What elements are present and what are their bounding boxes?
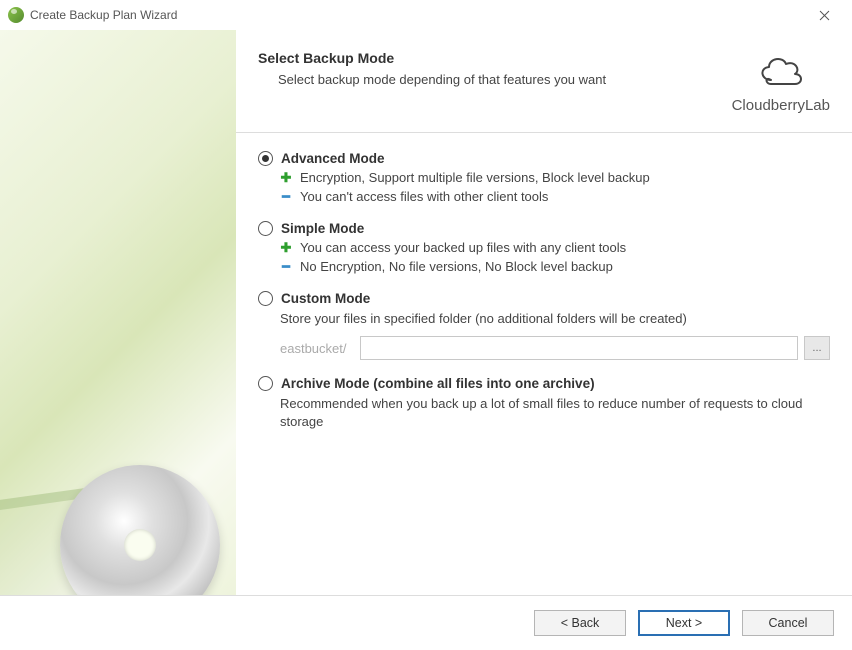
close-button[interactable] bbox=[804, 1, 844, 29]
mode-simple-con-text: No Encryption, No file versions, No Bloc… bbox=[300, 259, 613, 274]
app-icon bbox=[8, 7, 24, 23]
next-button[interactable]: Next > bbox=[638, 610, 730, 636]
plus-icon: ✚ bbox=[280, 170, 292, 186]
back-button[interactable]: < Back bbox=[534, 610, 626, 636]
mode-advanced: Advanced Mode ✚ Encryption, Support multi… bbox=[258, 151, 830, 205]
cloud-logo-icon bbox=[753, 50, 809, 90]
mode-simple-pro: ✚ You can access your backed up files wit… bbox=[280, 240, 830, 256]
mode-archive-label: Archive Mode (combine all files into one… bbox=[281, 376, 595, 391]
radio-archive[interactable] bbox=[258, 376, 273, 391]
brand-block: CloudberryLab bbox=[732, 50, 830, 114]
wizard-body: Select Backup Mode Select backup mode de… bbox=[0, 30, 852, 595]
mode-simple-radio-row[interactable]: Simple Mode bbox=[258, 221, 830, 236]
custom-path-prefix: eastbucket/ bbox=[280, 341, 354, 356]
radio-advanced[interactable] bbox=[258, 151, 273, 166]
mode-simple-pro-text: You can access your backed up files with… bbox=[300, 240, 626, 255]
backup-mode-options: Advanced Mode ✚ Encryption, Support multi… bbox=[236, 133, 852, 595]
mode-archive-desc: Recommended when you back up a lot of sm… bbox=[280, 395, 830, 431]
close-icon bbox=[819, 10, 830, 21]
plus-icon: ✚ bbox=[280, 240, 292, 256]
mode-advanced-label: Advanced Mode bbox=[281, 151, 385, 166]
radio-custom[interactable] bbox=[258, 291, 273, 306]
mode-simple: Simple Mode ✚ You can access your backed … bbox=[258, 221, 830, 275]
cancel-button[interactable]: Cancel bbox=[742, 610, 834, 636]
browse-button[interactable]: ... bbox=[804, 336, 830, 360]
mode-advanced-con-text: You can't access files with other client… bbox=[300, 189, 548, 204]
mode-advanced-radio-row[interactable]: Advanced Mode bbox=[258, 151, 830, 166]
custom-path-row: eastbucket/ ... bbox=[280, 336, 830, 360]
mode-advanced-pro: ✚ Encryption, Support multiple file versi… bbox=[280, 170, 830, 186]
mode-archive-radio-row[interactable]: Archive Mode (combine all files into one… bbox=[258, 376, 830, 391]
mode-custom-label: Custom Mode bbox=[281, 291, 370, 306]
titlebar: Create Backup Plan Wizard bbox=[0, 0, 852, 30]
mode-advanced-pro-text: Encryption, Support multiple file versio… bbox=[300, 170, 650, 185]
mode-advanced-con: ━ You can't access files with other clien… bbox=[280, 189, 830, 205]
mode-simple-label: Simple Mode bbox=[281, 221, 364, 236]
minus-icon: ━ bbox=[280, 189, 292, 205]
cd-disc-icon bbox=[60, 465, 220, 595]
mode-archive: Archive Mode (combine all files into one… bbox=[258, 376, 830, 431]
minus-icon: ━ bbox=[280, 259, 292, 275]
side-illustration-panel bbox=[0, 30, 236, 595]
custom-path-input[interactable] bbox=[360, 336, 798, 360]
mode-simple-con: ━ No Encryption, No file versions, No Blo… bbox=[280, 259, 830, 275]
mode-custom-radio-row[interactable]: Custom Mode bbox=[258, 291, 830, 306]
mode-custom: Custom Mode Store your files in specifie… bbox=[258, 291, 830, 360]
page-subtitle: Select backup mode depending of that fea… bbox=[258, 72, 606, 87]
wizard-footer: < Back Next > Cancel bbox=[0, 595, 852, 649]
page-header: Select Backup Mode Select backup mode de… bbox=[236, 30, 852, 133]
window-title: Create Backup Plan Wizard bbox=[30, 8, 177, 22]
radio-simple[interactable] bbox=[258, 221, 273, 236]
content-panel: Select Backup Mode Select backup mode de… bbox=[236, 30, 852, 595]
page-title: Select Backup Mode bbox=[258, 50, 606, 66]
mode-custom-desc: Store your files in specified folder (no… bbox=[280, 310, 830, 328]
brand-name: CloudberryLab bbox=[732, 97, 830, 114]
